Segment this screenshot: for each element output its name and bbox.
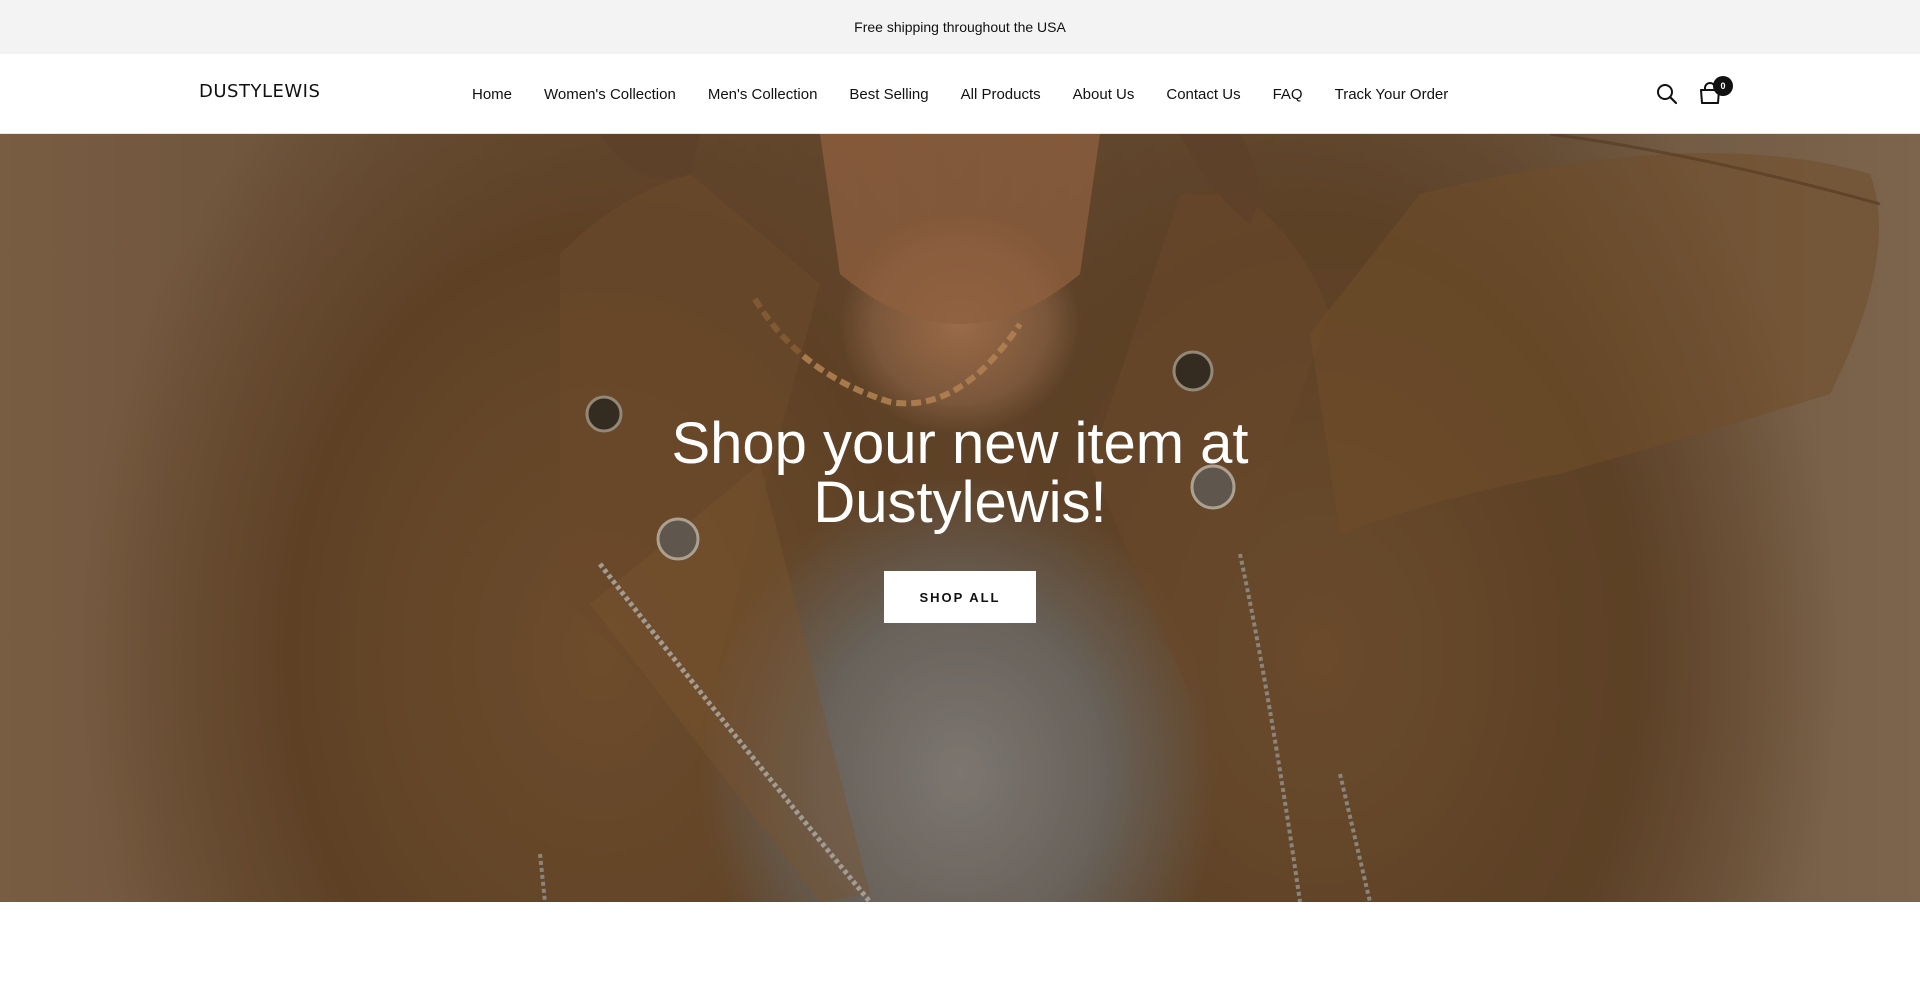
hero-content: Shop your new item at Dustylewis! SHOP A…: [0, 414, 1920, 623]
nav-home[interactable]: Home: [472, 86, 512, 103]
hero-title: Shop your new item at Dustylewis!: [671, 411, 1249, 535]
nav-faq[interactable]: FAQ: [1273, 86, 1303, 103]
nav-all-products[interactable]: All Products: [961, 86, 1041, 103]
nav-best-selling[interactable]: Best Selling: [849, 86, 928, 103]
announcement-bar: Free shipping throughout the USA: [0, 0, 1920, 54]
search-button[interactable]: [1656, 83, 1678, 105]
shop-all-button[interactable]: SHOP ALL: [884, 571, 1036, 623]
cart-count-badge: 0: [1713, 76, 1733, 96]
logo[interactable]: DUSTYLEWIS: [199, 81, 320, 102]
main-nav: Home Women's Collection Men's Collection…: [472, 54, 1448, 134]
nav-track-your-order[interactable]: Track Your Order: [1335, 86, 1449, 103]
nav-contact-us[interactable]: Contact Us: [1166, 86, 1240, 103]
hero-banner: Shop your new item at Dustylewis! SHOP A…: [0, 134, 1920, 902]
nav-mens-collection[interactable]: Men's Collection: [708, 86, 818, 103]
site-header: DUSTYLEWIS Home Women's Collection Men's…: [0, 54, 1920, 134]
search-icon: [1657, 84, 1678, 105]
nav-about-us[interactable]: About Us: [1073, 86, 1135, 103]
nav-womens-collection[interactable]: Women's Collection: [544, 86, 676, 103]
announcement-text: Free shipping throughout the USA: [854, 19, 1066, 35]
page-content-area: [0, 902, 1920, 993]
